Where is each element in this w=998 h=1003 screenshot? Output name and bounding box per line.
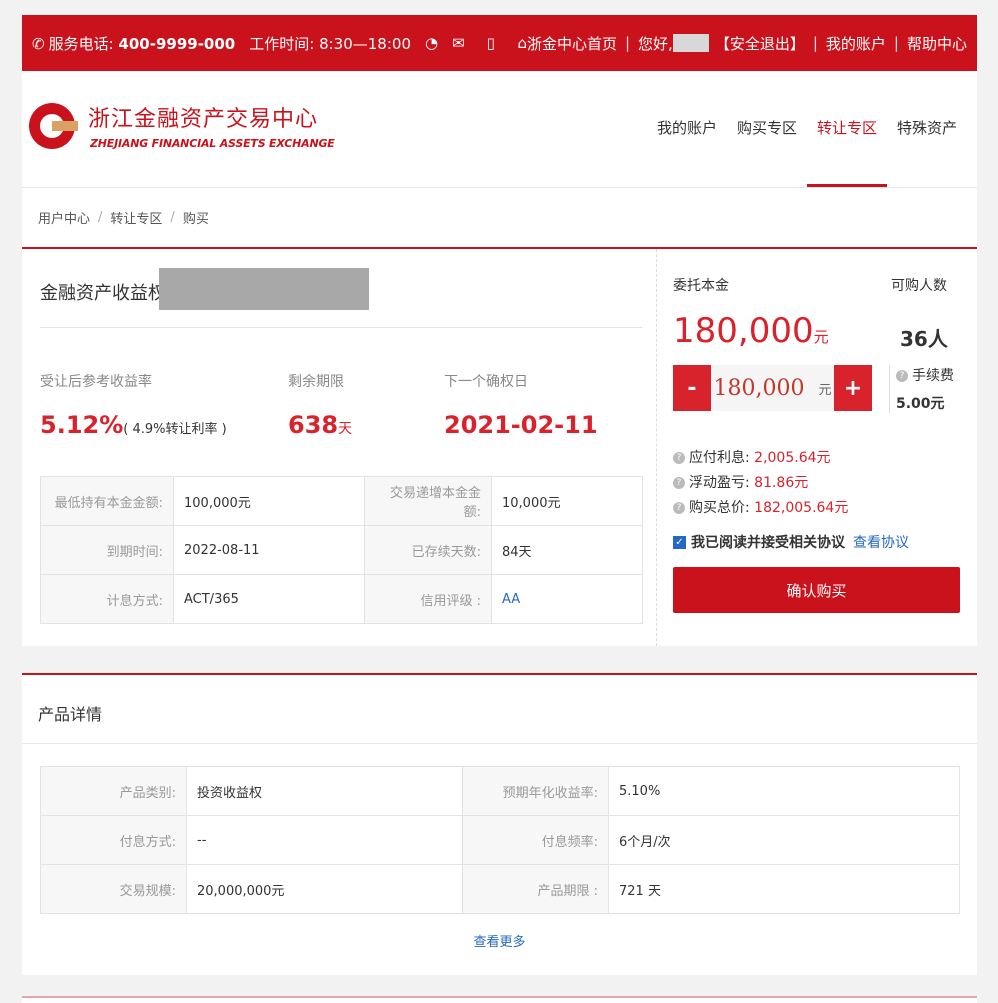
breadcrumb-buy: 购买 (182, 212, 209, 227)
rate-value: 5.12%( 4.9%转让利率 ) (40, 411, 227, 439)
order-panel: 委托本金 可购人数 180,000元 36人 - 180,000 元 + ? 手续费… (656, 249, 977, 646)
detail-table: 产品类别: 投资收益权 预期年化收益率: 5.10% 付息方式: -- 付息频率… (40, 766, 960, 914)
logout-link[interactable]: 【安全退出】 (715, 33, 805, 54)
help-icon[interactable]: ? (673, 477, 685, 489)
table-row: 到期时间: 2022-08-11 已存续天数: 84天 (40, 525, 643, 575)
site-header: 浙江金融资产交易中心 ZHEJIANG FINANCIAL ASSETS EXC… (22, 71, 977, 187)
breadcrumb: 用户中心 / 转让专区 / 购买 (22, 187, 977, 249)
top-links: ⌂ 浙金中心首页 | 您好, 【安全退出】 | 我的账户 | 帮助中心 (517, 33, 967, 54)
term-label: 剩余期限 (288, 374, 344, 390)
fee: ? 手续费 5.00元 (889, 365, 954, 413)
logo-cn: 浙江金融资产交易中心 (88, 107, 319, 132)
help-icon[interactable]: ? (673, 502, 685, 514)
table-row: 产品类别: 投资收益权 预期年化收益率: 5.10% (40, 766, 960, 816)
principal-amount: 180,000元 (673, 311, 829, 351)
amount-input[interactable]: 180,000 元 (711, 365, 834, 411)
nav-purchase[interactable]: 购买专区 (727, 117, 807, 187)
product-panel: 金融资产收益权 受让后参考收益率 剩余期限 下一个确权日 5.12%( 4.9%… (22, 249, 656, 646)
price-summary: ? 应付利息: 2,005.64元 ? 浮动盈亏: 81.86元 ? 购买总价: 18… (673, 446, 848, 521)
mobile-icon[interactable]: ▯ (487, 34, 495, 52)
fee-value: 5.00元 (896, 396, 945, 412)
next-date-value: 2021-02-11 (444, 411, 598, 439)
nav-my-account[interactable]: 我的账户 (647, 117, 727, 187)
breadcrumb-transfer[interactable]: 转让专区 (110, 208, 162, 227)
interest-value: 2,005.64元 (754, 450, 831, 466)
table-row: 付息方式: -- 付息频率: 6个月/次 (40, 815, 960, 865)
help-icon[interactable]: ? (896, 370, 908, 382)
service-phone: ✆ 服务电话: 400-9999-000 (32, 33, 235, 54)
logo-en: ZHEJIANG FINANCIAL ASSETS EXCHANGE (90, 137, 335, 150)
top-bar: ✆ 服务电话: 400-9999-000 工作时间: 8:30—18:00 ◔ ✉… (22, 15, 977, 71)
product-name-mask (159, 268, 369, 310)
rate-label: 受让后参考收益率 (40, 374, 152, 390)
agree-text: 我已阅读并接受相关协议 (691, 535, 845, 551)
greeting: 您好, (638, 34, 673, 53)
nav-transfer[interactable]: 转让专区 (806, 117, 887, 187)
total-value: 182,005.64元 (754, 500, 849, 516)
confirm-purchase-button[interactable]: 确认购买 (673, 567, 960, 613)
term-value: 638天 (288, 411, 353, 439)
table-row: 交易规模: 20,000,000元 产品期限 : 721 天 (40, 864, 960, 914)
amount-stepper: - 180,000 元 + (673, 365, 872, 411)
product-title: 金融资产收益权 (40, 283, 166, 304)
principal-label: 委托本金 (673, 278, 729, 294)
weibo-icon[interactable]: ◔ (425, 34, 438, 52)
table-row: 最低持有本金金额: 100,000元 交易递增本金金额: 10,000元 (40, 476, 643, 526)
table-row: 计息方式: ACT/365 信用评级 : AA (40, 574, 643, 624)
phone-icon: ✆ (32, 34, 45, 53)
fee-label: 手续费 (912, 368, 954, 384)
next-date-label: 下一个确权日 (444, 374, 528, 390)
agree-checkbox[interactable]: ✓ (673, 535, 686, 549)
increase-button[interactable]: + (834, 365, 872, 411)
nav-special-assets[interactable]: 特殊资产 (887, 117, 967, 187)
username-mask (672, 34, 709, 52)
phone-label: 服务电话: (48, 34, 114, 53)
buyers-label: 可购人数 (891, 278, 947, 294)
view-more-link[interactable]: 查看更多 (22, 931, 977, 950)
pnl-value: 81.86元 (754, 475, 809, 491)
phone-number: 400-9999-000 (118, 34, 236, 53)
help-link[interactable]: 帮助中心 (907, 33, 967, 54)
help-icon[interactable]: ? (673, 452, 685, 464)
home-icon: ⌂ (517, 34, 527, 52)
breadcrumb-user-center[interactable]: 用户中心 (38, 208, 90, 227)
wechat-icon[interactable]: ✉ (452, 34, 465, 52)
product-info-table: 最低持有本金金额: 100,000元 交易递增本金金额: 10,000元 到期时… (40, 476, 643, 624)
decrease-button[interactable]: - (673, 365, 711, 411)
logo-icon[interactable] (28, 95, 78, 157)
my-account-link[interactable]: 我的账户 (826, 33, 886, 54)
agreement: ✓ 我已阅读并接受相关协议 查看协议 (673, 532, 909, 552)
view-agreement-link[interactable]: 查看协议 (853, 532, 909, 552)
work-hours: 工作时间: 8:30—18:00 (249, 34, 411, 53)
home-link[interactable]: 浙金中心首页 (527, 33, 617, 54)
detail-title: 产品详情 (38, 705, 103, 724)
buyers-count: 36人 (900, 327, 948, 351)
credit-rating: AA (491, 574, 643, 624)
product-detail: 产品详情 产品类别: 投资收益权 预期年化收益率: 5.10% 付息方式: --… (22, 673, 977, 975)
main-nav: 我的账户 购买专区 转让专区 特殊资产 (647, 117, 967, 187)
